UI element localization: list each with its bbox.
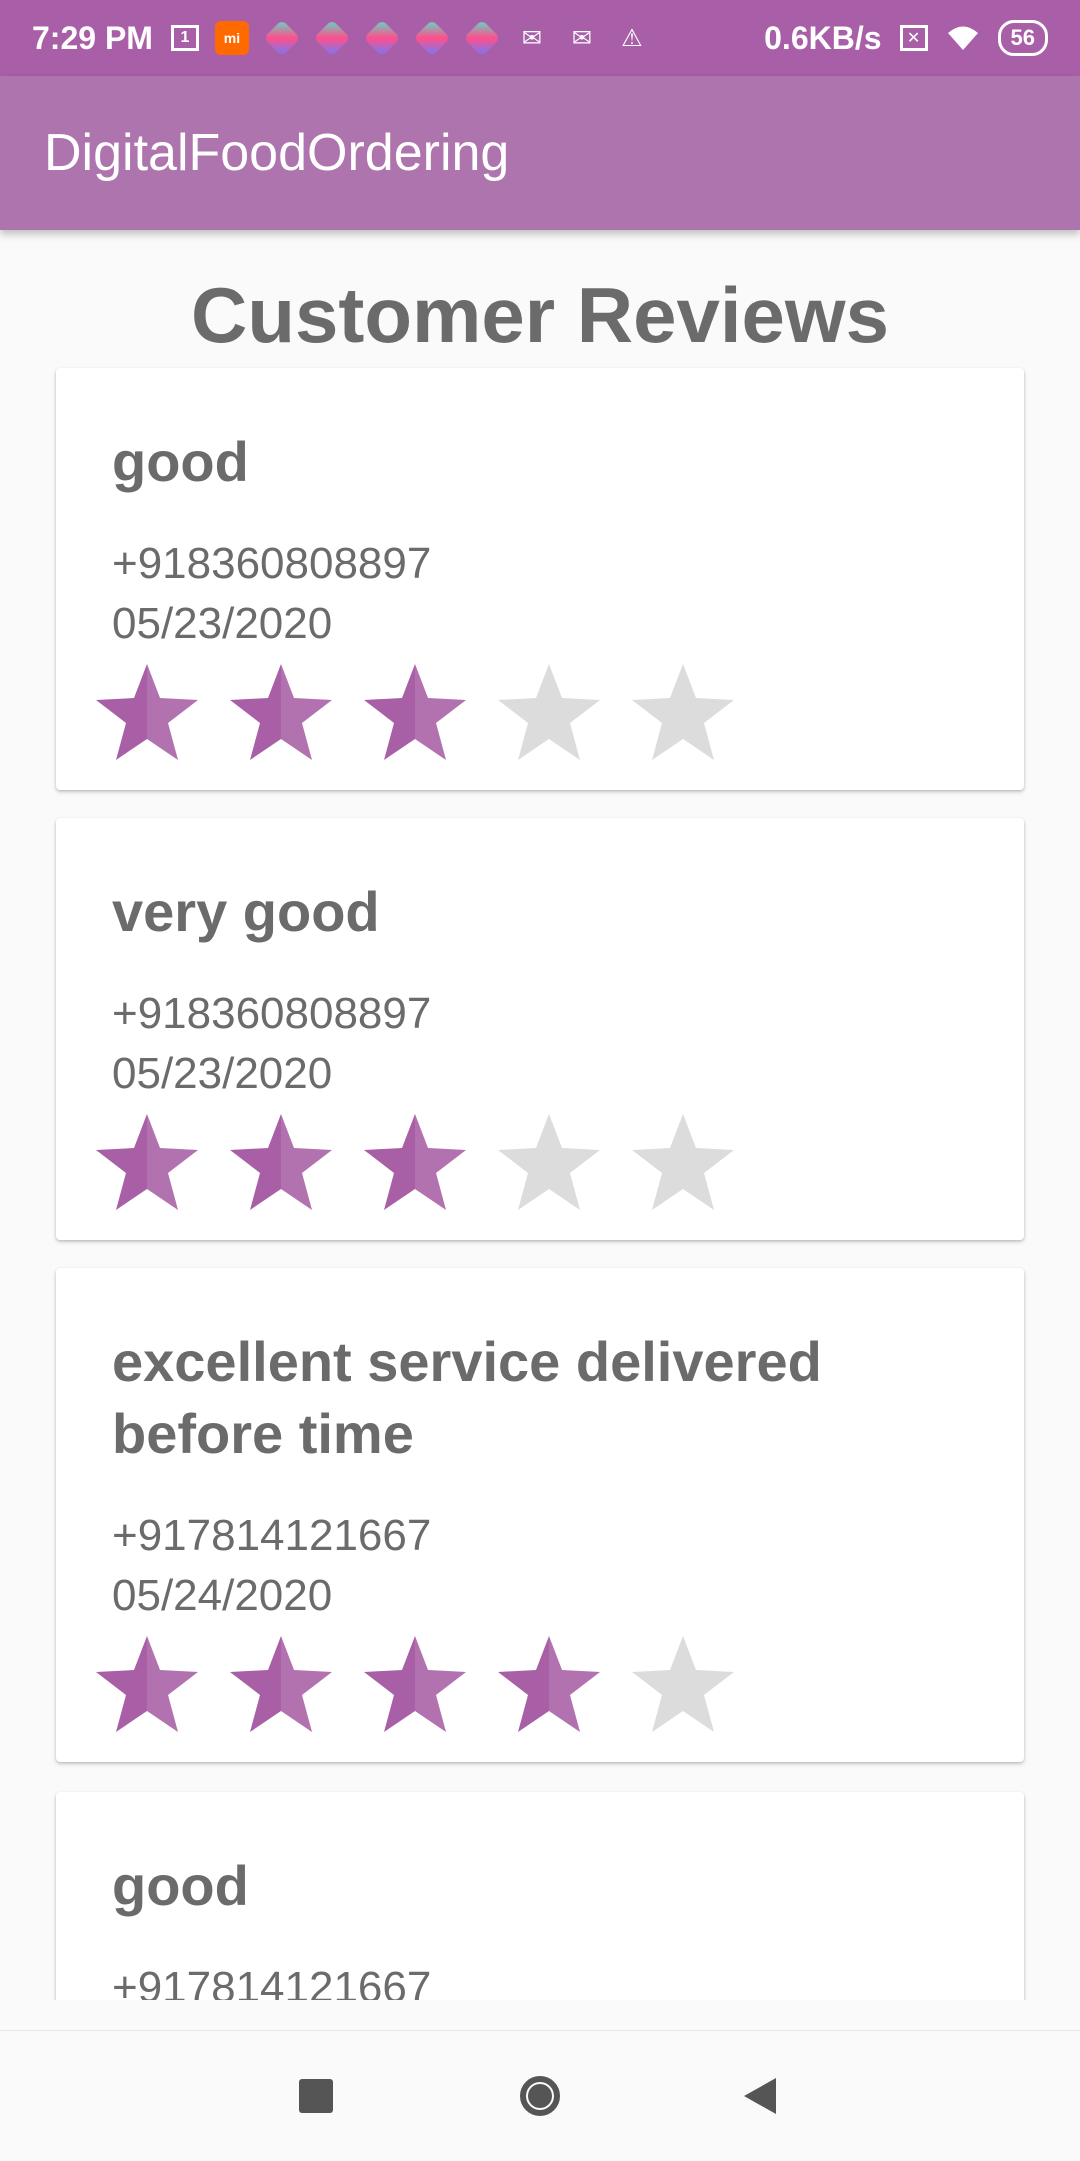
- rating-bar[interactable]: [92, 660, 738, 764]
- star-filled-icon[interactable]: [92, 660, 202, 764]
- review-text: good: [112, 430, 249, 493]
- app-title: DigitalFoodOrdering: [44, 124, 510, 182]
- recents-square-icon[interactable]: [299, 2079, 333, 2113]
- review-phone: +917814121667: [112, 1963, 432, 2000]
- wifi-icon: [946, 21, 980, 55]
- app-icon: [413, 19, 451, 57]
- review-card[interactable]: excellent service delivered before time …: [56, 1268, 1024, 1762]
- warning-icon: ⚠: [621, 24, 643, 52]
- calendar-icon: 1: [170, 25, 199, 51]
- review-date: 05/23/2020: [112, 599, 333, 648]
- back-triangle-icon[interactable]: [744, 2078, 776, 2114]
- review-date: 05/23/2020: [112, 1049, 333, 1098]
- star-filled-icon[interactable]: [360, 1632, 470, 1736]
- star-empty-icon[interactable]: [628, 1632, 738, 1736]
- star-empty-icon[interactable]: [628, 660, 738, 764]
- review-text: excellent service delivered before time: [112, 1330, 822, 1465]
- mi-icon: mi: [214, 21, 249, 55]
- app-icon: [363, 19, 401, 57]
- status-right: 0.6KB/s ✕ 56: [764, 20, 1048, 57]
- rating-bar[interactable]: [92, 1110, 738, 1214]
- page-title: Customer Reviews: [191, 271, 889, 359]
- review-card[interactable]: good +917814121667: [56, 1792, 1024, 2000]
- star-empty-icon[interactable]: [628, 1110, 738, 1214]
- review-card[interactable]: very good +918360808897 05/23/2020: [56, 818, 1024, 1240]
- sim-off-icon: ✕: [899, 25, 928, 51]
- notification-icons: 1 mi ✉ ✉ ⚠: [170, 19, 649, 57]
- review-text: good: [112, 1854, 249, 1917]
- home-circle-icon[interactable]: [520, 2076, 560, 2116]
- app-bar: DigitalFoodOrdering: [0, 76, 1080, 230]
- star-filled-icon[interactable]: [226, 1110, 336, 1214]
- review-text: very good: [112, 880, 380, 943]
- star-empty-icon[interactable]: [494, 1110, 604, 1214]
- review-phone: +917814121667: [112, 1511, 432, 1560]
- network-speed: 0.6KB/s: [764, 19, 882, 56]
- star-empty-icon[interactable]: [494, 660, 604, 764]
- battery-icon: 56: [997, 20, 1048, 56]
- app-icon: [263, 19, 301, 57]
- star-filled-icon[interactable]: [360, 660, 470, 764]
- review-phone: +918360808897: [112, 989, 432, 1038]
- status-time: 7:29 PM: [32, 19, 153, 56]
- star-filled-icon[interactable]: [494, 1632, 604, 1736]
- review-date: 05/24/2020: [112, 1571, 333, 1620]
- reviews-screen[interactable]: Customer Reviews good +918360808897 05/2…: [0, 230, 1080, 2000]
- gmail-icon: ✉: [571, 24, 592, 52]
- star-filled-icon[interactable]: [226, 660, 336, 764]
- star-filled-icon[interactable]: [92, 1110, 202, 1214]
- review-card[interactable]: good +918360808897 05/23/2020: [56, 368, 1024, 790]
- app-icon: [313, 19, 351, 57]
- app-icon: [463, 19, 501, 57]
- gmail-icon: ✉: [521, 24, 542, 52]
- system-nav-bar: [0, 2030, 1080, 2161]
- star-filled-icon[interactable]: [92, 1632, 202, 1736]
- star-filled-icon[interactable]: [226, 1632, 336, 1736]
- star-filled-icon[interactable]: [360, 1110, 470, 1214]
- status-bar: 7:29 PM 1 mi ✉ ✉ ⚠ 0.6KB/s ✕ 56: [0, 0, 1080, 76]
- rating-bar[interactable]: [92, 1632, 738, 1736]
- review-phone: +918360808897: [112, 539, 432, 588]
